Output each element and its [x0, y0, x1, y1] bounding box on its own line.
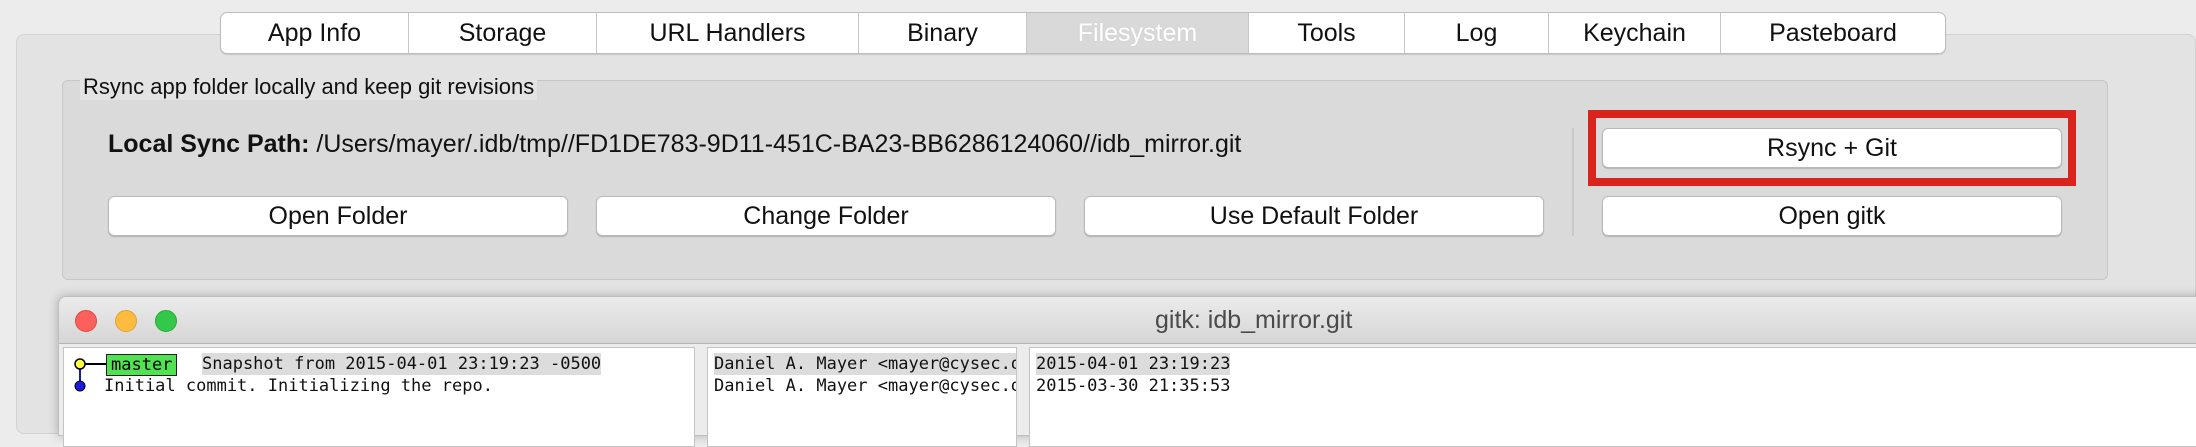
vertical-separator	[1572, 128, 1574, 236]
gitk-window-title: gitk: idb_mirror.git	[1155, 306, 1353, 334]
commit-message[interactable]: Snapshot from 2015-04-01 23:19:23 -0500	[202, 353, 602, 375]
tab-keychain[interactable]: Keychain	[1549, 13, 1721, 53]
tab-binary[interactable]: Binary	[859, 13, 1027, 53]
change-folder-button[interactable]: Change Folder	[596, 196, 1056, 236]
commit-date[interactable]: 2015-03-30 21:35:53	[1036, 375, 1230, 397]
local-sync-path: Local Sync Path: /Users/mayer/.idb/tmp//…	[108, 130, 1241, 159]
tab-tools[interactable]: Tools	[1249, 13, 1405, 53]
local-sync-path-label: Local Sync Path:	[108, 130, 310, 158]
gitk-titlebar[interactable]: gitk: idb_mirror.git	[59, 297, 2196, 344]
local-sync-path-value: /Users/mayer/.idb/tmp//FD1DE783-9D11-451…	[316, 130, 1242, 158]
tab-bar: App Info Storage URL Handlers Binary Fil…	[220, 12, 1946, 54]
date-pane[interactable]: 2015-04-01 23:19:23 2015-03-30 21:35:53	[1029, 347, 2196, 447]
tab-app-info[interactable]: App Info	[221, 13, 409, 53]
tab-pasteboard[interactable]: Pasteboard	[1721, 13, 1945, 53]
tab-filesystem[interactable]: Filesystem	[1027, 13, 1249, 53]
commit-date[interactable]: 2015-04-01 23:19:23	[1036, 353, 1231, 375]
minimize-window-icon[interactable]	[115, 310, 137, 332]
tab-log[interactable]: Log	[1405, 13, 1549, 53]
use-default-folder-button[interactable]: Use Default Folder	[1084, 196, 1544, 236]
commit-author[interactable]: Daniel A. Mayer <mayer@cysec.o	[714, 353, 1016, 375]
zoom-window-icon[interactable]	[155, 310, 177, 332]
branch-tag-master[interactable]: master	[106, 354, 178, 376]
gitk-window: gitk: idb_mirror.git master Snapshot fro…	[58, 296, 2196, 447]
open-gitk-button[interactable]: Open gitk	[1602, 196, 2062, 236]
commit-graph-icon	[74, 358, 106, 392]
close-window-icon[interactable]	[75, 310, 97, 332]
group-title: Rsync app folder locally and keep git re…	[80, 74, 538, 100]
open-folder-button[interactable]: Open Folder	[108, 196, 568, 236]
highlight-annotation-box	[1588, 110, 2076, 186]
tab-url-handlers[interactable]: URL Handlers	[597, 13, 859, 53]
commit-author[interactable]: Daniel A. Mayer <mayer@cysec.o	[714, 375, 1016, 397]
author-pane[interactable]: Daniel A. Mayer <mayer@cysec.o Daniel A.…	[707, 347, 1017, 447]
commit-message[interactable]: Initial commit. Initializing the repo.	[104, 375, 493, 397]
tab-storage[interactable]: Storage	[409, 13, 597, 53]
commit-graph-pane[interactable]: master Snapshot from 2015-04-01 23:19:23…	[63, 347, 695, 447]
